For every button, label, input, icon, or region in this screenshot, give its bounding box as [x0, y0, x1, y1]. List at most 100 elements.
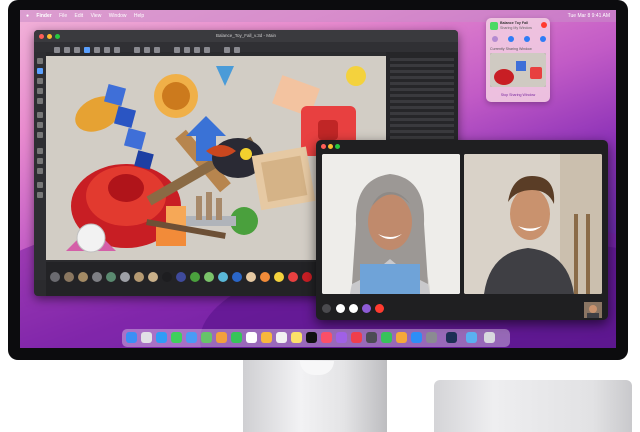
- camera-icon[interactable]: [524, 36, 530, 42]
- tool-icon[interactable]: [37, 88, 43, 94]
- layer-row[interactable]: [390, 88, 454, 91]
- tool-icon[interactable]: [37, 182, 43, 188]
- layer-row[interactable]: [390, 82, 454, 85]
- tool-icon[interactable]: [37, 78, 43, 84]
- numbers-icon[interactable]: [381, 332, 392, 343]
- close-window-icon[interactable]: [321, 144, 326, 149]
- mic-icon[interactable]: [508, 36, 514, 42]
- video-icon[interactable]: [349, 304, 358, 313]
- end-call-icon[interactable]: [375, 304, 384, 313]
- tool-icon[interactable]: [37, 112, 43, 118]
- participant-video-tile[interactable]: [464, 154, 602, 294]
- menu-item-file[interactable]: File: [59, 13, 67, 19]
- material-swatch[interactable]: [274, 272, 284, 282]
- menu-item-window[interactable]: Window: [109, 13, 127, 19]
- stop-sharing-button[interactable]: Stop Sharing Window: [486, 93, 550, 97]
- material-swatch[interactable]: [106, 272, 116, 282]
- layer-row[interactable]: [390, 112, 454, 115]
- close-window-icon[interactable]: [39, 34, 44, 39]
- tool-icon[interactable]: [37, 158, 43, 164]
- messages-icon[interactable]: [171, 332, 182, 343]
- material-swatch[interactable]: [204, 272, 214, 282]
- launchpad-icon[interactable]: [141, 332, 152, 343]
- material-swatch[interactable]: [162, 272, 172, 282]
- mic-icon[interactable]: [336, 304, 345, 313]
- mail-icon[interactable]: [186, 332, 197, 343]
- material-swatch[interactable]: [120, 272, 130, 282]
- contacts-icon[interactable]: [261, 332, 272, 343]
- maps-icon[interactable]: [201, 332, 212, 343]
- material-swatch[interactable]: [50, 272, 60, 282]
- menu-item-help[interactable]: Help: [134, 13, 144, 19]
- end-call-icon[interactable]: [541, 22, 547, 28]
- window-titlebar[interactable]: Balance_Toy_Fall_v.3d - Main: [34, 30, 458, 42]
- layer-row[interactable]: [390, 76, 454, 79]
- apple-tv-icon[interactable]: [306, 332, 317, 343]
- layer-row[interactable]: [390, 70, 454, 73]
- material-swatch[interactable]: [302, 272, 312, 282]
- shared-window-thumbnail[interactable]: [490, 53, 546, 87]
- shareplay-popup[interactable]: Balance Toy Fall Sharing My Window Curre…: [486, 18, 550, 102]
- layer-row[interactable]: [390, 100, 454, 103]
- tool-icon[interactable]: [37, 192, 43, 198]
- layer-row[interactable]: [390, 64, 454, 67]
- material-swatch[interactable]: [148, 272, 158, 282]
- menu-clock[interactable]: Tue Mar 8 9:41 AM: [568, 10, 610, 22]
- system-preferences-icon[interactable]: [426, 332, 437, 343]
- minimize-window-icon[interactable]: [328, 144, 333, 149]
- tool-icon[interactable]: [37, 148, 43, 154]
- layer-row[interactable]: [390, 130, 454, 133]
- tool-icon[interactable]: [37, 168, 43, 174]
- zoom-window-icon[interactable]: [55, 34, 60, 39]
- material-swatch[interactable]: [218, 272, 228, 282]
- sidebar-icon[interactable]: [322, 304, 331, 313]
- select-tool-icon[interactable]: [37, 68, 43, 74]
- material-swatch[interactable]: [78, 272, 88, 282]
- pages-icon[interactable]: [396, 332, 407, 343]
- downloads-folder-icon[interactable]: [466, 332, 477, 343]
- material-swatch[interactable]: [64, 272, 74, 282]
- zoom-window-icon[interactable]: [335, 144, 340, 149]
- material-swatch[interactable]: [176, 272, 186, 282]
- app-toolbar[interactable]: [34, 42, 458, 53]
- menu-app-name[interactable]: Finder: [36, 13, 51, 19]
- material-swatch[interactable]: [134, 272, 144, 282]
- layer-row[interactable]: [390, 136, 454, 139]
- tool-icon[interactable]: [37, 58, 43, 64]
- call-controls[interactable]: [316, 298, 608, 320]
- participant-video-tile[interactable]: [322, 154, 460, 294]
- notes-icon[interactable]: [291, 332, 302, 343]
- news-icon[interactable]: [351, 332, 362, 343]
- menu-item-view[interactable]: View: [91, 13, 102, 19]
- app-store-icon[interactable]: [411, 332, 422, 343]
- trash-icon[interactable]: [484, 332, 495, 343]
- layer-row[interactable]: [390, 118, 454, 121]
- tool-icon[interactable]: [37, 132, 43, 138]
- material-swatch[interactable]: [288, 272, 298, 282]
- safari-icon[interactable]: [156, 332, 167, 343]
- layer-row[interactable]: [390, 94, 454, 97]
- material-swatch[interactable]: [190, 272, 200, 282]
- layer-row[interactable]: [390, 58, 454, 61]
- tool-icon[interactable]: [37, 98, 43, 104]
- facetime-window[interactable]: [316, 140, 608, 320]
- music-icon[interactable]: [321, 332, 332, 343]
- layer-row[interactable]: [390, 106, 454, 109]
- shareplay-icon[interactable]: [362, 304, 371, 313]
- shareplay-icon[interactable]: [540, 36, 546, 42]
- video-icon[interactable]: [492, 36, 498, 42]
- material-swatch[interactable]: [92, 272, 102, 282]
- calendar-icon[interactable]: [246, 332, 257, 343]
- facetime-icon[interactable]: [231, 332, 242, 343]
- podcasts-icon[interactable]: [336, 332, 347, 343]
- finder-icon[interactable]: [126, 332, 137, 343]
- 3d-app-icon[interactable]: [446, 332, 457, 343]
- material-swatch[interactable]: [260, 272, 270, 282]
- menu-item-edit[interactable]: Edit: [75, 13, 84, 19]
- material-swatch[interactable]: [232, 272, 242, 282]
- minimize-window-icon[interactable]: [47, 34, 52, 39]
- reminders-icon[interactable]: [276, 332, 287, 343]
- self-view-video[interactable]: [584, 302, 602, 318]
- material-swatch[interactable]: [246, 272, 256, 282]
- left-tool-palette[interactable]: [34, 52, 46, 280]
